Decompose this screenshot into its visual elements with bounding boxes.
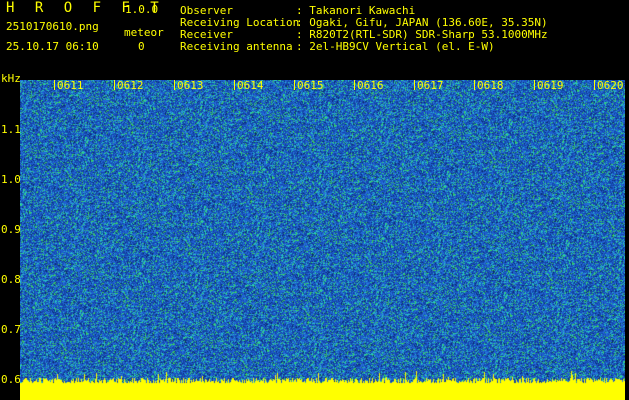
x-tick	[414, 80, 415, 90]
x-label: 0611	[57, 79, 84, 92]
y-label: 1.1	[1, 123, 21, 136]
spectrogram-canvas	[20, 80, 625, 400]
info-key-antenna: Receiving antenna	[180, 40, 293, 53]
x-label: 0613	[177, 79, 204, 92]
y-label: 1.0	[1, 173, 21, 186]
x-tick	[294, 80, 295, 90]
y-label: 0.6	[1, 373, 21, 386]
x-label: 0619	[537, 79, 564, 92]
y-label: 0.9	[1, 223, 21, 236]
app-version: 1.0.0	[125, 3, 159, 16]
x-label: 0614	[237, 79, 264, 92]
info-value-antenna: : 2el-HB9CV Vertical (el. E-W)	[296, 40, 495, 53]
x-tick	[114, 80, 115, 90]
file-datetime: 25.10.17 06:10	[6, 40, 99, 53]
y-label: 0.8	[1, 273, 21, 286]
x-label: 0618	[477, 79, 504, 92]
x-label: 0615	[297, 79, 324, 92]
x-label: 0612	[117, 79, 144, 92]
x-label: 0620	[597, 79, 624, 92]
x-label: 0617	[417, 79, 444, 92]
x-tick	[174, 80, 175, 90]
x-tick	[234, 80, 235, 90]
x-tick	[474, 80, 475, 90]
x-tick	[594, 80, 595, 90]
axis-unit: kHz	[1, 72, 21, 85]
meteor-label: meteor	[124, 26, 164, 39]
x-label: 0616	[357, 79, 384, 92]
x-tick	[54, 80, 55, 90]
x-tick	[534, 80, 535, 90]
y-label: 0.7	[1, 323, 21, 336]
file-name: 2510170610.png	[6, 20, 99, 33]
x-tick	[354, 80, 355, 90]
meteor-count: 0	[138, 40, 145, 53]
signal-baseline-bar	[20, 385, 625, 400]
